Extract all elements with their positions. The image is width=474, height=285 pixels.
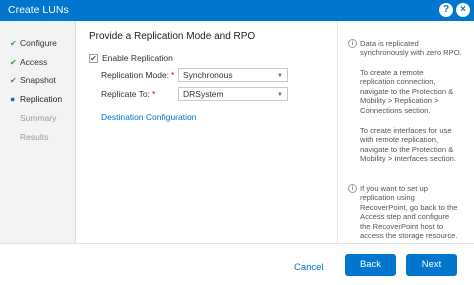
info-text: Data is replicated synchronously with ze… <box>360 39 462 58</box>
info-text: To create a remote replication connectio… <box>360 68 454 115</box>
step-label: Replication <box>20 94 63 104</box>
replication-mode-value: Synchronous <box>183 70 233 80</box>
chevron-down-icon: ▼ <box>277 73 283 79</box>
enable-replication-label: Enable Replication <box>102 53 173 63</box>
info-text: To create interfaces for use with remote… <box>360 126 457 164</box>
help-icon[interactable]: ? <box>439 3 453 17</box>
step-replication[interactable]: ● Replication <box>10 92 62 106</box>
info-icon: i <box>348 184 357 193</box>
current-step-icon: ● <box>10 94 16 104</box>
step-label: Results <box>20 132 49 142</box>
step-label: Configure <box>20 38 57 48</box>
wizard-steps: ✔ Configure ✔ Access ✔ Snapshot ● Replicatio… <box>0 21 76 243</box>
next-button[interactable]: Next <box>406 254 457 276</box>
info-panel: i Data is replicated synchronously with … <box>338 21 474 243</box>
step-results: Results <box>10 130 48 144</box>
check-icon: ✔ <box>10 58 17 67</box>
page-title: Provide a Replication Mode and RPO <box>89 31 256 42</box>
step-label: Snapshot <box>20 75 56 85</box>
replication-mode-select[interactable]: Synchronous ▼ <box>178 68 288 82</box>
destination-configuration-link[interactable]: Destination Configuration <box>101 112 196 122</box>
replicate-to-value: DRSystem <box>183 89 224 99</box>
required-marker: * <box>151 89 156 99</box>
close-icon[interactable]: × <box>456 3 470 17</box>
wizard-footer: Cancel Back Next <box>0 243 474 285</box>
enable-replication-checkbox[interactable]: ✔ <box>89 53 98 63</box>
chevron-down-icon: ▼ <box>277 92 283 98</box>
window-title: Create LUNs <box>8 4 69 16</box>
step-snapshot[interactable]: ✔ Snapshot <box>10 73 56 87</box>
step-summary: Summary <box>10 111 56 125</box>
enable-replication-row[interactable]: ✔ Enable Replication <box>89 52 173 64</box>
replicate-to-label: Replicate To: * <box>101 89 156 99</box>
required-marker: * <box>171 70 175 80</box>
step-access[interactable]: ✔ Access <box>10 55 47 69</box>
cancel-button[interactable]: Cancel <box>294 262 324 273</box>
check-icon: ✔ <box>10 39 17 48</box>
step-label: Access <box>20 57 48 67</box>
step-configure[interactable]: ✔ Configure <box>10 36 57 50</box>
replication-form: Provide a Replication Mode and RPO ✔ Ena… <box>77 21 337 243</box>
info-text: If you want to set up replication using … <box>360 184 458 241</box>
info-icon: i <box>348 39 357 48</box>
title-bar: Create LUNs ? × <box>0 0 474 21</box>
back-button[interactable]: Back <box>345 254 396 276</box>
check-icon: ✔ <box>10 76 17 85</box>
replicate-to-select[interactable]: DRSystem ▼ <box>178 87 288 101</box>
step-label: Summary <box>20 113 57 123</box>
replication-mode-label: Replication Mode: * <box>101 70 175 80</box>
